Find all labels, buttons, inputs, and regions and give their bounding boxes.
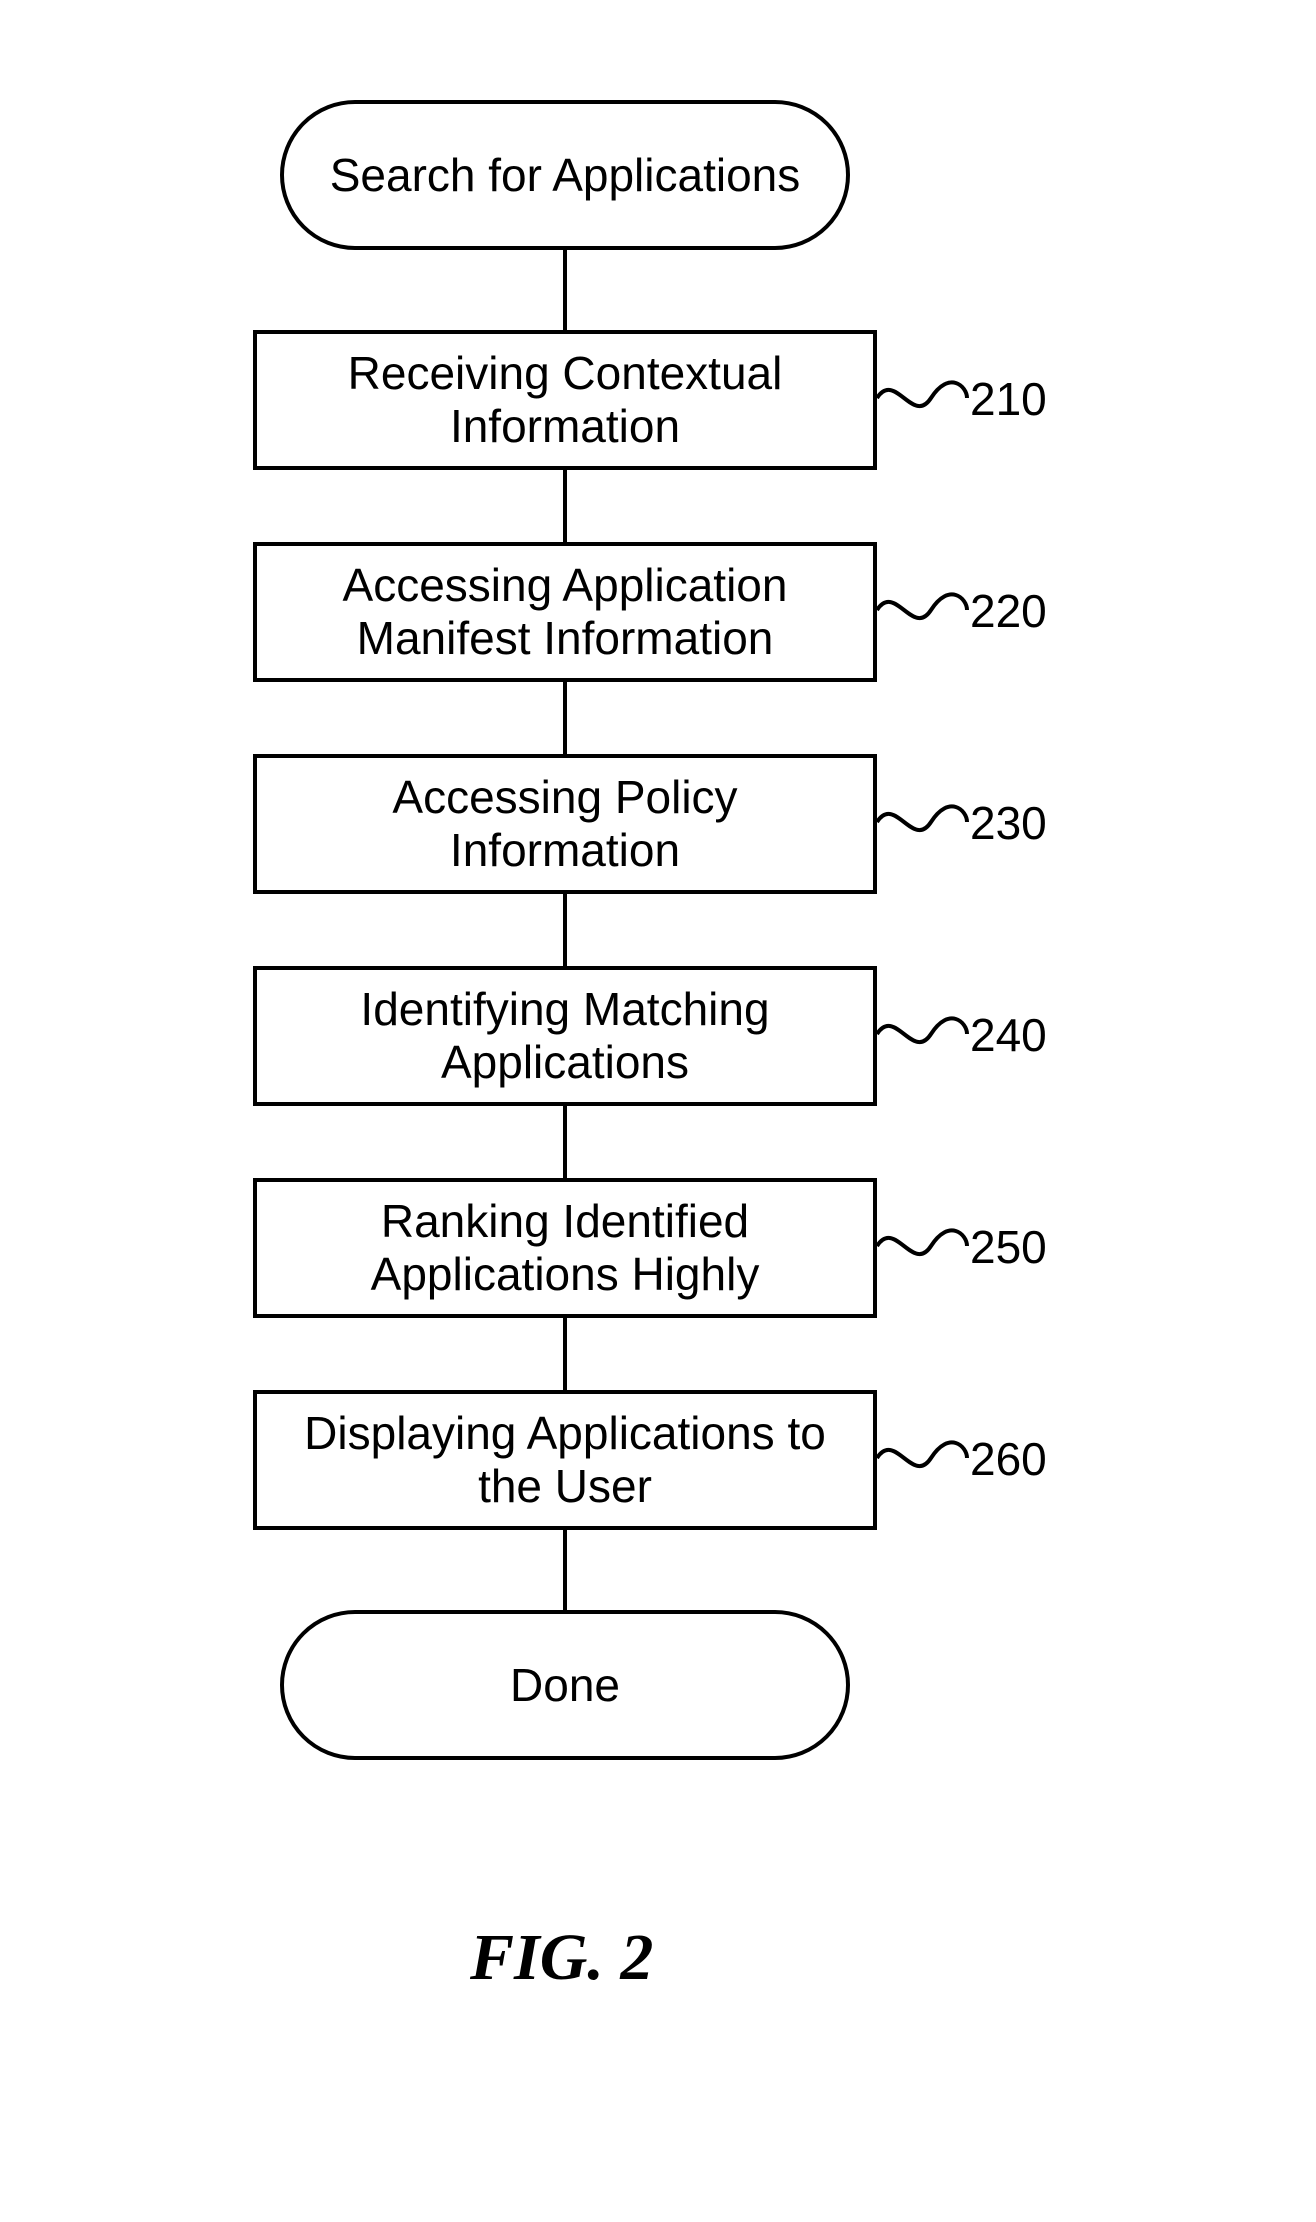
process-210: Receiving ContextualInformation xyxy=(253,330,877,470)
ref-210: 210 xyxy=(970,372,1047,426)
connector xyxy=(563,1530,567,1610)
callout-squiggle xyxy=(877,1014,967,1054)
callout-squiggle xyxy=(877,1226,967,1266)
process-250: Ranking IdentifiedApplications Highly xyxy=(253,1178,877,1318)
process-240-label: Identifying MatchingApplications xyxy=(360,983,769,1089)
connector xyxy=(563,1106,567,1178)
process-220-label: Accessing ApplicationManifest Informatio… xyxy=(343,559,788,665)
process-230-label: Accessing PolicyInformation xyxy=(392,771,737,877)
ref-230: 230 xyxy=(970,796,1047,850)
terminal-start: Search for Applications xyxy=(280,100,850,250)
connector xyxy=(563,470,567,542)
process-220: Accessing ApplicationManifest Informatio… xyxy=(253,542,877,682)
callout-squiggle xyxy=(877,378,967,418)
ref-220: 220 xyxy=(970,584,1047,638)
callout-squiggle xyxy=(877,1438,967,1478)
connector xyxy=(563,250,567,330)
process-230: Accessing PolicyInformation xyxy=(253,754,877,894)
process-250-label: Ranking IdentifiedApplications Highly xyxy=(371,1195,760,1301)
terminal-done: Done xyxy=(280,1610,850,1760)
connector xyxy=(563,1318,567,1390)
process-240: Identifying MatchingApplications xyxy=(253,966,877,1106)
callout-squiggle xyxy=(877,802,967,842)
connector xyxy=(563,682,567,754)
ref-260: 260 xyxy=(970,1432,1047,1486)
flowchart-figure: Search for Applications Receiving Contex… xyxy=(0,0,1316,2222)
process-260: Displaying Applications tothe User xyxy=(253,1390,877,1530)
process-210-label: Receiving ContextualInformation xyxy=(348,347,783,453)
terminal-start-label: Search for Applications xyxy=(330,149,801,202)
process-260-label: Displaying Applications tothe User xyxy=(304,1407,826,1513)
callout-squiggle xyxy=(877,590,967,630)
connector xyxy=(563,894,567,966)
terminal-done-label: Done xyxy=(510,1659,620,1712)
ref-240: 240 xyxy=(970,1008,1047,1062)
figure-label: FIG. 2 xyxy=(470,1920,653,1996)
ref-250: 250 xyxy=(970,1220,1047,1274)
